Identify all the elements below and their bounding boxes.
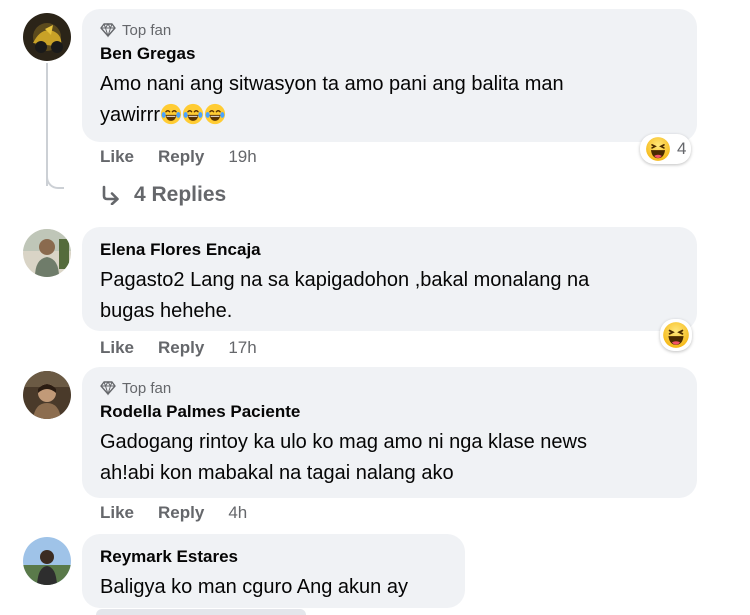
comment-actions: Like Reply 17h xyxy=(100,338,257,358)
comment-text-line: Baligya ko man cguro Ang akun ay xyxy=(100,576,408,598)
reply-arrow-icon xyxy=(102,185,119,205)
comment-text-line: Gadogang rintoy ka ulo ko mag amo ni nga… xyxy=(100,431,587,453)
commenter-name[interactable]: Reymark Estares xyxy=(100,546,447,568)
reply-button[interactable]: Reply xyxy=(158,338,204,358)
crying-laughing-emoji-icon xyxy=(182,103,204,125)
avatar[interactable] xyxy=(23,371,71,419)
comment-text-line: bugas hehehe. xyxy=(100,300,233,322)
next-bubble-edge xyxy=(96,609,306,615)
comment-actions: Like Reply 19h xyxy=(100,147,257,167)
like-button[interactable]: Like xyxy=(100,503,134,523)
top-fan-label: Top fan xyxy=(122,379,172,397)
avatar-image xyxy=(23,229,71,277)
reply-button[interactable]: Reply xyxy=(158,503,204,523)
comment-text-line: Pagasto2 Lang na sa kapigadohon ,bakal m… xyxy=(100,269,590,291)
comment-bubble: Elena Flores Encaja Pagasto2 Lang na sa … xyxy=(82,227,697,331)
avatar-image xyxy=(23,537,71,585)
comment-text-line: yawirrr xyxy=(100,104,160,126)
top-fan-badge: Top fan xyxy=(100,19,679,41)
commenter-name[interactable]: Rodella Palmes Paciente xyxy=(100,401,679,423)
comment-text: Amo nani ang sitwasyon ta amo pani ang b… xyxy=(100,69,679,131)
comment-bubble: Top fan Rodella Palmes Paciente Gadogang… xyxy=(82,367,697,498)
avatar[interactable] xyxy=(23,537,71,585)
comment-text: Gadogang rintoy ka ulo ko mag amo ni nga… xyxy=(100,427,679,489)
like-button[interactable]: Like xyxy=(100,147,134,167)
top-fan-label: Top fan xyxy=(122,21,172,39)
reaction-count[interactable]: 4 xyxy=(640,134,692,164)
timestamp[interactable]: 19h xyxy=(228,147,256,167)
avatar-image xyxy=(23,13,71,61)
view-replies-button[interactable]: 4 Replies xyxy=(100,183,226,207)
comment-text: Pagasto2 Lang na sa kapigadohon ,bakal m… xyxy=(100,265,679,327)
commenter-name[interactable]: Elena Flores Encaja xyxy=(100,239,679,261)
top-fan-badge: Top fan xyxy=(100,377,679,399)
diamond-icon xyxy=(100,380,116,396)
comment-text-line: ah!abi kon mabakal na tagai nalang ako xyxy=(100,462,454,484)
comment-text-line: Amo nani ang sitwasyon ta amo pani ang b… xyxy=(100,73,564,95)
thread-connector xyxy=(46,163,64,189)
diamond-icon xyxy=(100,22,116,38)
comment-bubble: Top fan Ben Gregas Amo nani ang sitwasyo… xyxy=(82,9,697,142)
avatar[interactable] xyxy=(23,229,71,277)
reaction-count[interactable] xyxy=(660,319,692,351)
timestamp[interactable]: 4h xyxy=(228,503,247,523)
avatar[interactable] xyxy=(23,13,71,61)
commenter-name[interactable]: Ben Gregas xyxy=(100,43,679,65)
reply-button[interactable]: Reply xyxy=(158,147,204,167)
comment-bubble: Reymark Estares Baligya ko man cguro Ang… xyxy=(82,534,465,608)
like-button[interactable]: Like xyxy=(100,338,134,358)
reaction-number: 4 xyxy=(677,139,687,158)
comment-text: Baligya ko man cguro Ang akun ay xyxy=(100,572,447,603)
timestamp[interactable]: 17h xyxy=(228,338,256,358)
comment-actions: Like Reply 4h xyxy=(100,503,247,523)
haha-emoji-icon xyxy=(645,136,671,162)
crying-laughing-emoji-icon xyxy=(204,103,226,125)
crying-laughing-emoji-icon xyxy=(160,103,182,125)
replies-label: 4 Replies xyxy=(134,183,227,206)
haha-emoji-icon xyxy=(662,321,690,349)
avatar-image xyxy=(23,371,71,419)
